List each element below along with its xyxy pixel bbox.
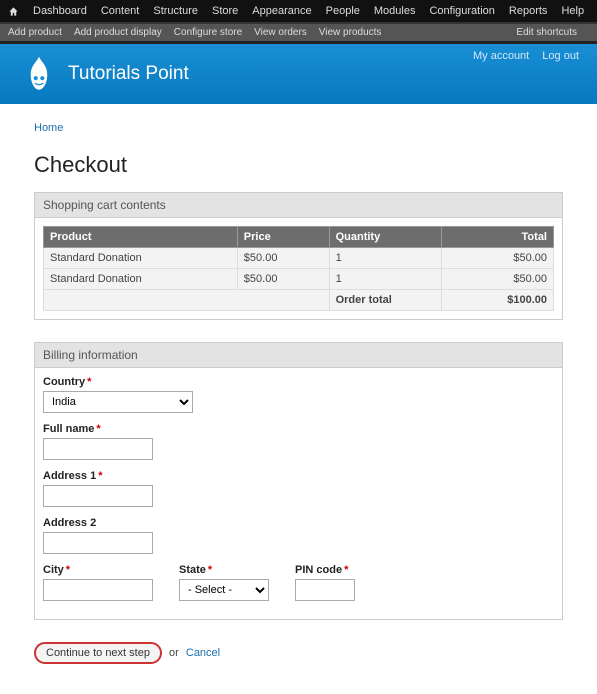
country-select[interactable]: India [43,391,193,413]
state-label: State* [179,564,269,576]
or-text: or [169,647,179,659]
menu-configuration[interactable]: Configuration [429,5,494,17]
country-label: Country* [43,376,554,388]
billing-legend: Billing information [35,343,562,368]
page-title: Checkout [34,152,563,178]
menu-structure[interactable]: Structure [153,5,198,17]
menu-dashboard[interactable]: Dashboard [33,5,87,17]
menu-appearance[interactable]: Appearance [252,5,311,17]
pin-label: PIN code* [295,564,355,576]
shortcut-configure-store[interactable]: Configure store [174,27,242,38]
site-header: Tutorials Point My account Log out [0,44,597,104]
menu-help[interactable]: Help [561,5,584,17]
col-qty: Quantity [329,227,441,248]
header-logout-link[interactable]: Log out [542,50,579,62]
billing-fieldset: Billing information Country* India Full … [34,342,563,620]
menu-people[interactable]: People [326,5,360,17]
addr1-input[interactable] [43,485,153,507]
shortcut-bar: Add product Add product display Configur… [0,24,597,44]
breadcrumb: Home [34,122,563,134]
cart-table: Product Price Quantity Total Standard Do… [43,226,554,311]
order-total-row: Order total $100.00 [44,290,554,311]
pin-input[interactable] [295,579,355,601]
table-row: Standard Donation $50.00 1 $50.00 [44,248,554,269]
menu-content[interactable]: Content [101,5,140,17]
col-product: Product [44,227,238,248]
shortcut-add-product[interactable]: Add product [8,27,62,38]
city-label: City* [43,564,153,576]
cancel-link[interactable]: Cancel [186,647,220,659]
admin-toolbar: Dashboard Content Structure Store Appear… [0,0,597,24]
addr2-input[interactable] [43,532,153,554]
drupal-logo-icon [22,55,56,93]
col-total: Total [441,227,553,248]
breadcrumb-home[interactable]: Home [34,122,63,134]
fullname-input[interactable] [43,438,153,460]
state-select[interactable]: - Select - [179,579,269,601]
city-input[interactable] [43,579,153,601]
menu-store[interactable]: Store [212,5,238,17]
menu-reports[interactable]: Reports [509,5,548,17]
header-user-links: My account Log out [463,50,579,62]
site-name: Tutorials Point [68,63,189,85]
edit-shortcuts[interactable]: Edit shortcuts [516,27,577,38]
cart-legend: Shopping cart contents [35,193,562,218]
form-actions: Continue to next step or Cancel [34,642,563,664]
shortcut-view-orders[interactable]: View orders [254,27,307,38]
addr1-label: Address 1* [43,470,554,482]
shortcut-add-product-display[interactable]: Add product display [74,27,162,38]
table-row: Standard Donation $50.00 1 $50.00 [44,269,554,290]
menu-modules[interactable]: Modules [374,5,416,17]
col-price: Price [237,227,329,248]
shortcut-view-products[interactable]: View products [319,27,382,38]
main-content: Home Checkout Shopping cart contents Pro… [0,104,597,694]
cart-fieldset: Shopping cart contents Product Price Qua… [34,192,563,320]
continue-button[interactable]: Continue to next step [34,642,162,664]
my-account-link[interactable]: My account [473,50,529,62]
fullname-label: Full name* [43,423,554,435]
home-icon[interactable] [8,6,19,17]
addr2-label: Address 2 [43,517,554,529]
